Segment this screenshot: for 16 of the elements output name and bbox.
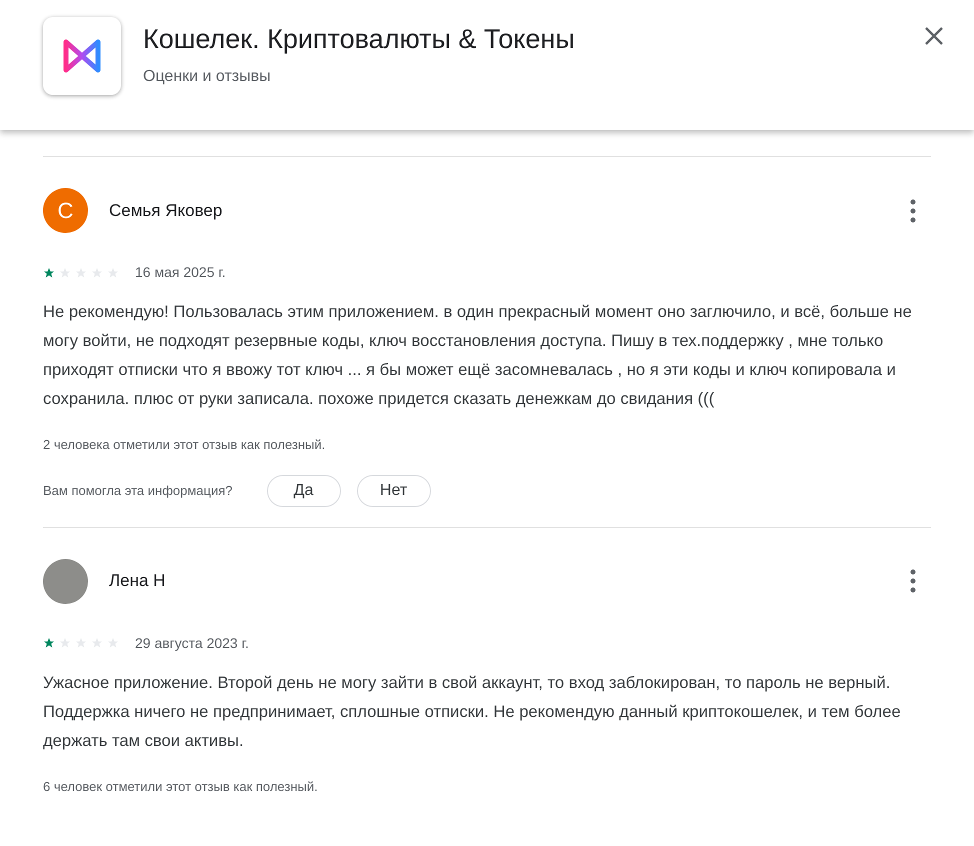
- review-date: 16 мая 2025 г.: [135, 263, 226, 282]
- review-text: Ужасное приложение. Второй день не могу зайти в свой аккаунт, то вход заблокирован, то пароль не верный. Поддержка ничего не предпринимает, сплошные отписки. Не рекомендую данный криптокошелек, и тем более держать там свои активы.: [43, 672, 902, 752]
- helpful-count: 2 человека отметили этот отзыв как полезный.: [43, 436, 326, 454]
- reviewer-name: Семья Яковер: [109, 200, 222, 222]
- helpful-count: 6 человек отметили этот отзыв как полезный.: [43, 778, 319, 796]
- app-icon: [43, 17, 121, 95]
- page-subtitle: Оценки и отзывы: [143, 67, 272, 87]
- avatar: С: [43, 188, 88, 233]
- vote-button[interactable]: Нет: [356, 474, 431, 506]
- review-text: Не рекомендую! Пользовалась этим приложением. в один прекрасный момент оно заглючило, и всё, больше не могу войти, не подходят резервные коды, ключ восстановления доступа. Пишу в тех.поддержку , мне только приходят отписки что я ввожу тот ключ ... я бы может ещё засомневалась , но я эти коды и ключ копировала и сохранила. плюс от руки записала. похоже придется сказать денежкам до свидания (((: [43, 301, 913, 410]
- helpful-question: Вам помогла эта информация?: [43, 482, 233, 500]
- app-title: Кошелек. Криптовалюты & Токены: [143, 23, 575, 56]
- close-icon: [924, 26, 944, 46]
- review-date: 29 августа 2023 г.: [135, 634, 249, 653]
- reviewer-name: Лена Н: [109, 570, 166, 592]
- vote-button[interactable]: Да: [266, 474, 341, 506]
